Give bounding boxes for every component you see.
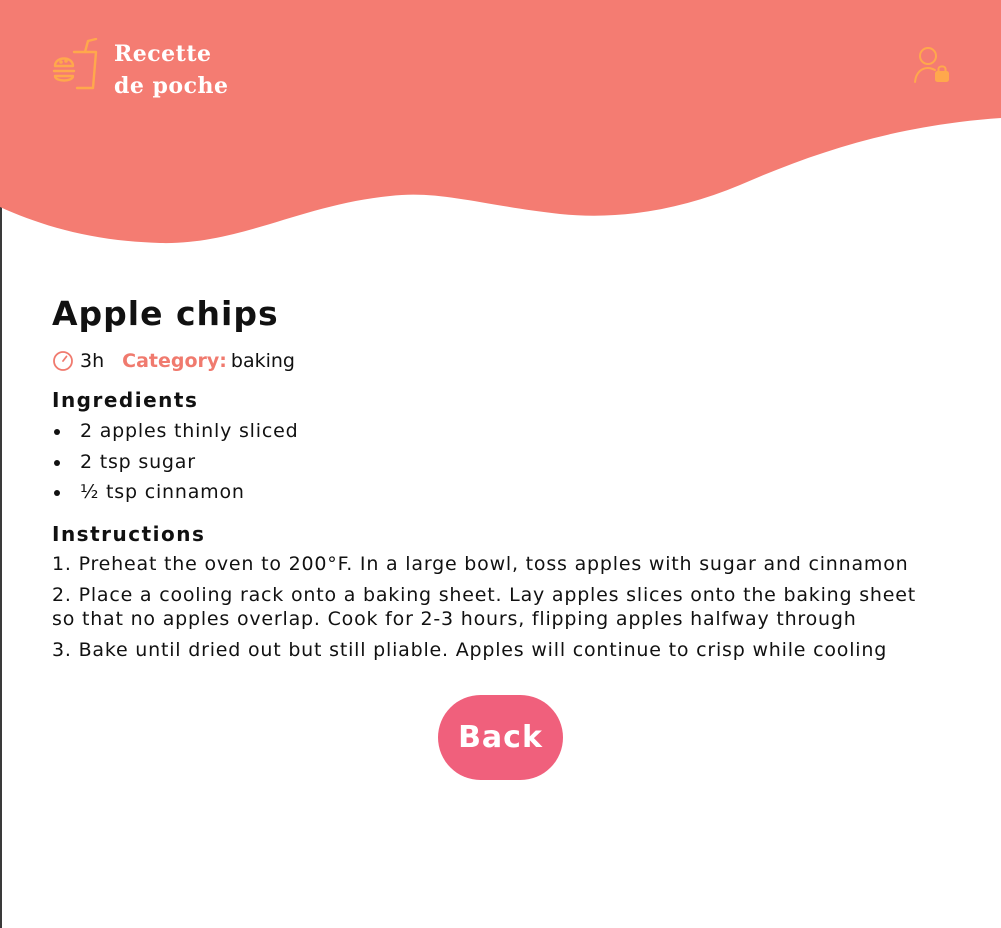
recipe-time: 3h — [80, 350, 105, 372]
recipe-detail: Apple chips 3h Category: baking Ingredie… — [52, 290, 932, 669]
food-tray-icon — [52, 38, 98, 90]
brand-line-2: de poche — [114, 73, 229, 99]
timer-icon — [53, 351, 73, 371]
recipe-meta: 3h Category: baking — [52, 348, 932, 374]
category-label: Category: — [122, 350, 227, 372]
ingredient-item: ½ tsp cinnamon — [52, 477, 932, 508]
brand-line-1: Recette — [114, 41, 212, 67]
instruction-step: 1. Preheat the oven to 200°F. In a large… — [52, 552, 909, 575]
brand-name: Recette de poche — [114, 38, 228, 102]
ingredient-item: 2 tsp sugar — [52, 447, 932, 478]
brand-logo[interactable]: Recette de poche — [52, 38, 228, 102]
category-value: baking — [230, 350, 295, 372]
instruction-step: 2. Place a cooling rack onto a baking sh… — [52, 583, 916, 630]
instructions-list: 1. Preheat the oven to 200°F. In a large… — [52, 552, 932, 662]
ingredients-list: 2 apples thinly sliced 2 tsp sugar ½ tsp… — [52, 416, 932, 508]
ingredients-heading: Ingredients — [52, 388, 199, 412]
user-lock-icon[interactable] — [912, 44, 952, 84]
instructions-heading: Instructions — [52, 521, 206, 546]
ingredient-item: 2 apples thinly sliced — [52, 416, 932, 447]
recipe-title: Apple chips — [52, 294, 279, 333]
back-button[interactable]: Back — [438, 695, 563, 780]
instruction-step: 3. Bake until dried out but still pliabl… — [52, 638, 888, 661]
